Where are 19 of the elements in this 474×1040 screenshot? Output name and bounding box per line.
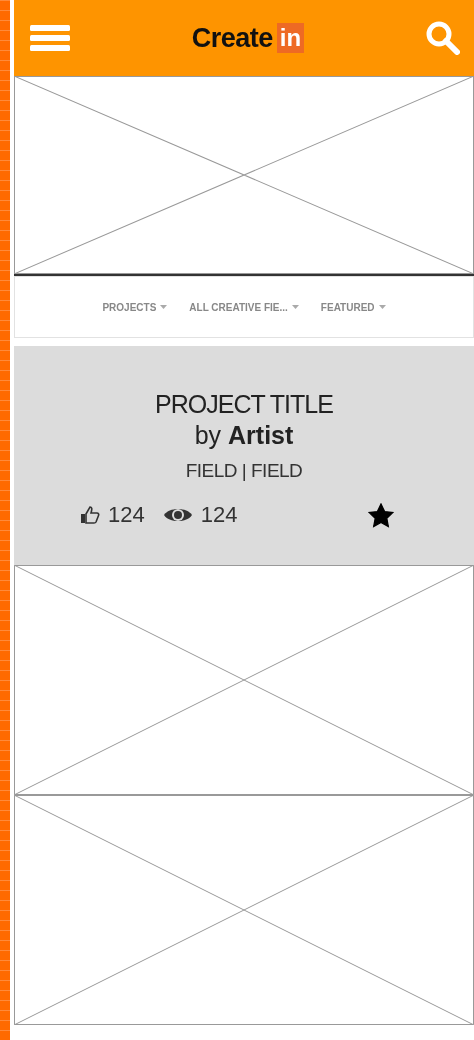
caret-icon (378, 305, 386, 309)
filter-dropdown[interactable]: PROJECTS (102, 301, 168, 313)
filter-dropdown[interactable]: FEATURED (320, 301, 386, 313)
caret-icon (291, 305, 299, 309)
view-count: 124 (200, 502, 238, 528)
project-fields: FIELD | FIELD (185, 460, 303, 482)
thumbs-up-icon (80, 506, 100, 524)
caret-icon (160, 305, 168, 309)
eye-icon (162, 506, 193, 524)
project-card[interactable]: PROJECT TITLE by Artist FIELD | FIELD 124 124 (14, 346, 474, 565)
search-icon[interactable] (426, 21, 460, 55)
logo-badge: in (276, 23, 305, 53)
star-icon[interactable] (368, 502, 394, 528)
project-title: PROJECT TITLE (155, 390, 333, 419)
filter-dropdown[interactable]: ALL CREATIVE FIE... (189, 301, 299, 313)
logo-text: Create (191, 22, 273, 54)
menu-icon[interactable] (30, 24, 70, 52)
artist-byline: by Artist (194, 421, 294, 450)
like-count: 124 (108, 502, 145, 528)
